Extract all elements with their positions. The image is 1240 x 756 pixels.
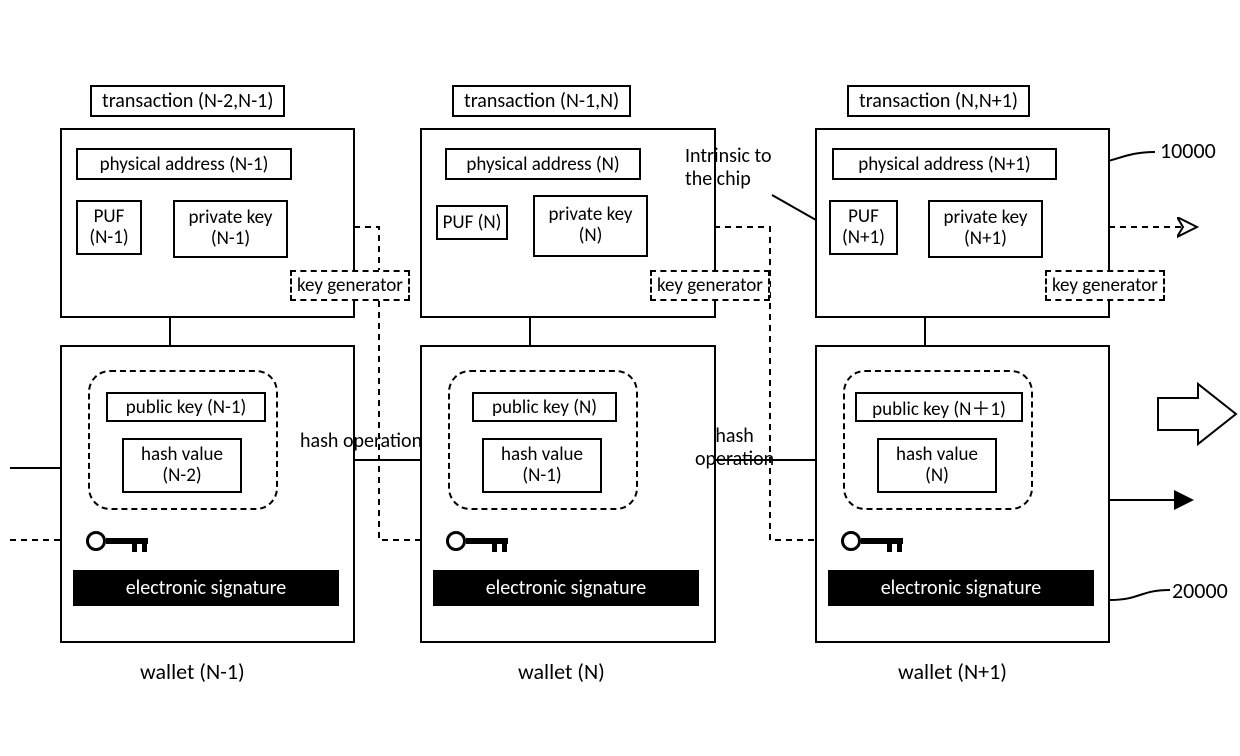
- physical-address-n-1: physical address (N-1): [76, 148, 292, 180]
- wallet-label-3: wallet (N+1): [898, 658, 1007, 685]
- key-generator-3: key generator: [1045, 270, 1165, 301]
- electronic-signature-3: electronic signature: [828, 570, 1094, 606]
- private-key-n-1: private key (N-1): [173, 200, 288, 258]
- key-icon-3: [841, 528, 911, 554]
- wallet-label-2: wallet (N): [518, 658, 605, 685]
- key-generator-1: key generator: [290, 270, 410, 301]
- public-key-n-1: public key (N-1): [106, 392, 266, 422]
- hash-operation-label-2: hash operation: [695, 425, 774, 471]
- hash-value-n: hash value (N): [877, 438, 997, 493]
- key-generator-2: key generator: [650, 270, 770, 301]
- callout-10000: 10000: [1160, 138, 1216, 163]
- key-icon-2: [446, 528, 516, 554]
- electronic-signature-1: electronic signature: [73, 570, 339, 606]
- public-key-n: public key (N): [472, 392, 617, 422]
- electronic-signature-2: electronic signature: [433, 570, 699, 606]
- puf-n-1: PUF (N-1): [76, 200, 142, 255]
- wallet-label-1: wallet (N-1): [140, 658, 245, 685]
- private-key-n: private key (N): [533, 195, 648, 257]
- transaction-label-3: transaction (N,N+1): [847, 85, 1030, 117]
- physical-address-n: physical address (N): [445, 148, 641, 180]
- hash-value-n-2: hash value (N-2): [122, 438, 242, 493]
- physical-address-n1: physical address (N+1): [832, 148, 1057, 180]
- callout-20000: 20000: [1172, 578, 1228, 603]
- transaction-label-1: transaction (N-2,N-1): [90, 85, 285, 117]
- private-key-n1: private key (N+1): [928, 200, 1043, 258]
- public-key-n1: public key (N＋1): [855, 392, 1023, 422]
- key-icon-1: [86, 528, 156, 554]
- hash-value-n-1: hash value (N-1): [482, 438, 602, 493]
- intrinsic-label: Intrinsic to the chip: [685, 145, 772, 191]
- transaction-label-2: transaction (N-1,N): [452, 85, 631, 117]
- puf-n: PUF (N): [436, 205, 508, 240]
- hash-operation-label-1: hash operation: [300, 430, 422, 453]
- puf-n1: PUF (N+1): [829, 200, 898, 255]
